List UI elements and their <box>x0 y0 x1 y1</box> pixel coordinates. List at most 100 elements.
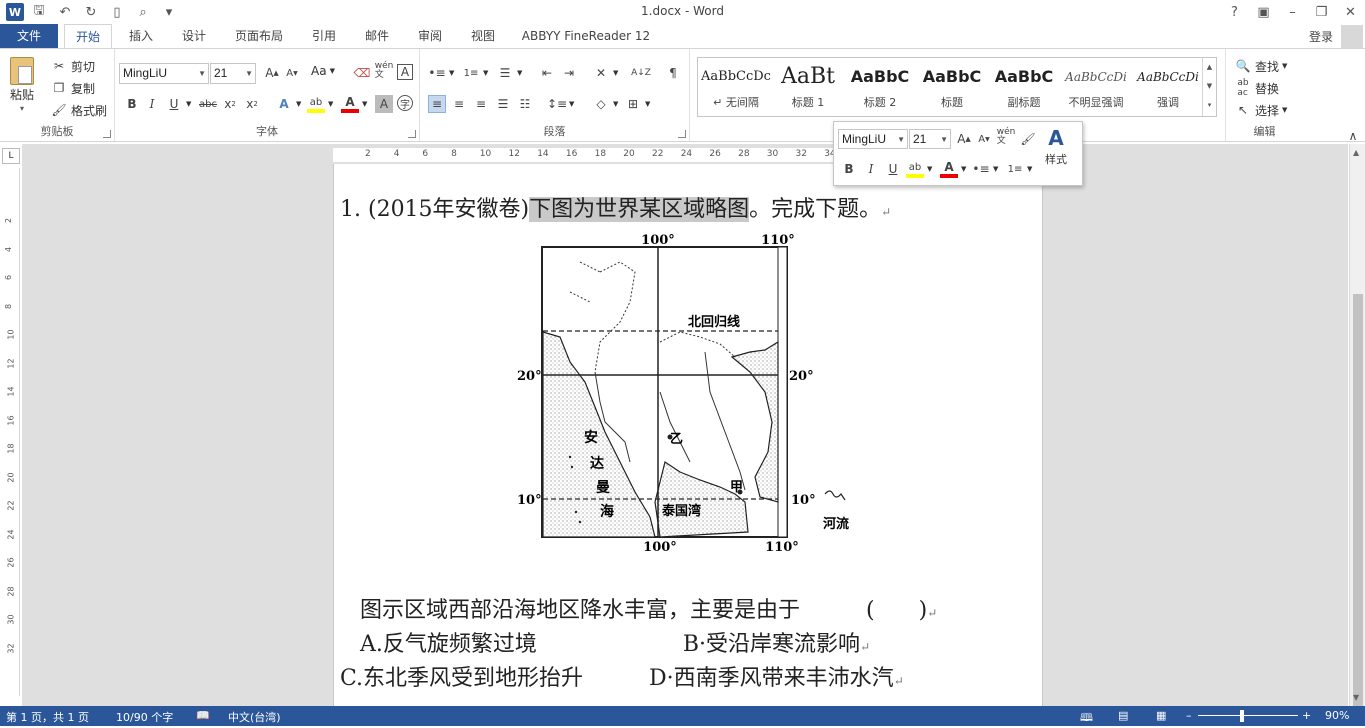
login-link[interactable]: 登录 <box>1309 28 1333 45</box>
scroll-down-icon[interactable]: ▼ <box>1353 693 1359 702</box>
mini-shrink-font[interactable]: A ▼ <box>975 130 993 148</box>
account-avatar[interactable] <box>1341 25 1363 49</box>
highlight-button[interactable]: ab ▼ <box>307 95 333 113</box>
mini-underline[interactable]: U <box>884 160 902 178</box>
char-shading-button[interactable]: A <box>375 95 393 113</box>
superscript-button[interactable]: x2 <box>243 95 261 113</box>
shrink-font-button[interactable]: A ▼ <box>283 64 301 82</box>
page-count[interactable]: 第 1 页，共 1 页 <box>6 709 89 725</box>
tab-layout[interactable]: 页面布局 <box>226 24 292 48</box>
clipboard-launcher[interactable] <box>103 130 111 138</box>
mini-italic[interactable]: I <box>862 160 880 178</box>
print-layout-icon[interactable]: ▤ <box>1118 709 1128 722</box>
asian-layout-button[interactable]: ✕ ▼ <box>592 64 618 82</box>
multilevel-list-button[interactable]: ☰ ▼ <box>496 64 523 82</box>
mini-font-combo[interactable]: MingLiU ▼ <box>838 129 908 149</box>
redo-icon[interactable]: ↻ <box>80 2 102 22</box>
print-preview-icon[interactable]: ⌕ <box>132 2 154 22</box>
style-subtitle[interactable]: AaBbC 副标题 <box>988 58 1060 116</box>
find-button[interactable]: 🔍 查找 ▼ <box>1234 57 1288 75</box>
font-name-combo[interactable]: MingLiU ▼ <box>119 63 209 84</box>
tab-home[interactable]: 开始 <box>64 24 112 49</box>
paste-button[interactable]: 粘贴 ▾ <box>10 57 34 113</box>
cut-button[interactable]: ✂ 剪切 <box>50 57 95 75</box>
numbering-button[interactable]: 1≡ ▼ <box>462 64 489 82</box>
font-launcher[interactable] <box>408 130 416 138</box>
styles-scroll[interactable]: ▲ ▼ ▾ <box>1202 58 1216 116</box>
increase-indent-button[interactable]: ⇥ <box>560 64 578 82</box>
bold-button[interactable]: B <box>123 95 141 113</box>
zoom-in-icon[interactable]: + <box>1302 709 1311 722</box>
more-styles-icon[interactable]: ▾ <box>1203 96 1216 115</box>
underline-button[interactable]: U ▼ <box>165 95 192 113</box>
word-app-icon[interactable]: W <box>6 3 24 21</box>
tab-view[interactable]: 视图 <box>461 24 505 48</box>
justify-button[interactable]: ☰ <box>494 95 512 113</box>
tab-mailings[interactable]: 邮件 <box>355 24 399 48</box>
replace-button[interactable]: ab ac 替换 <box>1234 78 1279 98</box>
decrease-indent-button[interactable]: ⇤ <box>538 64 556 82</box>
vertical-ruler[interactable]: 2 4 6 8 10 12 14 16 18 20 22 24 26 28 30 32 <box>2 168 20 696</box>
style-no-spacing[interactable]: AaBbCcDc ↵ 无间隔 <box>700 58 772 116</box>
strikethrough-button[interactable]: abc <box>199 95 217 113</box>
language[interactable]: 中文(台湾) <box>228 709 281 725</box>
restore-icon[interactable]: ❐ <box>1307 0 1336 24</box>
undo-icon[interactable]: ↶ <box>54 2 76 22</box>
word-count[interactable]: 10/90 个字 <box>116 709 173 725</box>
shading-button[interactable]: ◇ ▼ <box>592 95 618 113</box>
tab-abbyy[interactable]: ABBYY FineReader 12 <box>516 24 656 48</box>
zoom-out-icon[interactable]: – <box>1186 709 1192 722</box>
align-left-button[interactable]: ≡ <box>428 95 446 113</box>
style-title[interactable]: AaBbC 标题 <box>916 58 988 116</box>
option-line-cd[interactable]: C.东北季风受到地形抬升 D·西南季风带来丰沛水汽↵ <box>340 660 904 692</box>
phonetic-guide-button[interactable]: wén 文 <box>375 62 394 80</box>
mini-bullets[interactable]: •≡ ▼ <box>972 160 998 178</box>
align-right-button[interactable]: ≡ <box>472 95 490 113</box>
save-icon[interactable]: 🖫 <box>28 2 50 22</box>
sort-button[interactable]: A↓Z <box>631 64 651 82</box>
chevron-down-icon[interactable]: ▼ <box>1203 77 1216 96</box>
ribbon-display-icon[interactable]: ▣ <box>1249 0 1278 24</box>
borders-button[interactable]: ⊞ ▼ <box>624 95 650 113</box>
mini-font-color[interactable]: A ▼ <box>940 160 966 178</box>
enclose-char-button[interactable]: 字 <box>397 95 413 111</box>
subscript-button[interactable]: x2 <box>221 95 239 113</box>
align-center-button[interactable]: ≡ <box>450 95 468 113</box>
collapse-ribbon-icon[interactable]: ∧ <box>1344 127 1362 145</box>
tab-insert[interactable]: 插入 <box>118 24 164 48</box>
mini-format-painter[interactable]: 🖌 <box>1019 130 1037 148</box>
style-subtle-emphasis[interactable]: AaBbCcDi 不明显强调 <box>1060 58 1132 116</box>
minimize-icon[interactable]: – <box>1278 0 1307 24</box>
text-effects-button[interactable]: A ▼ <box>275 95 301 113</box>
scroll-up-icon[interactable]: ▲ <box>1353 148 1359 157</box>
style-heading-1[interactable]: AaBt 标题 1 <box>772 58 844 116</box>
show-marks-button[interactable]: ¶ <box>664 64 682 82</box>
change-case-button[interactable]: Aa ▼ <box>311 64 335 78</box>
zoom-level[interactable]: 90% <box>1325 709 1349 722</box>
mini-grow-font[interactable]: A ▲ <box>955 130 973 148</box>
zoom-slider[interactable] <box>1198 715 1298 716</box>
customize-qat-icon[interactable]: ▾ <box>158 2 180 22</box>
line-spacing-button[interactable]: ↕≡ ▼ <box>547 95 574 113</box>
italic-button[interactable]: I <box>143 95 161 113</box>
paragraph-launcher[interactable] <box>678 130 686 138</box>
font-color-button[interactable]: A ▼ <box>341 95 367 113</box>
copy-button[interactable]: ❐ 复制 <box>50 79 95 97</box>
distributed-button[interactable]: ☷ <box>516 95 534 113</box>
tab-selector[interactable]: L <box>2 148 20 164</box>
tab-review[interactable]: 审阅 <box>408 24 452 48</box>
help-button[interactable]: ? <box>1220 0 1249 24</box>
read-mode-icon[interactable]: 🕮 <box>1080 709 1093 728</box>
style-emphasis[interactable]: AaBbCcDi 强调 <box>1132 58 1204 116</box>
select-button[interactable]: ↖ 选择 ▼ <box>1234 101 1287 119</box>
new-document-icon[interactable]: ▯ <box>106 2 128 22</box>
vertical-scrollbar[interactable]: ▲ ▼ <box>1349 144 1365 706</box>
clear-format-button[interactable]: ⌫ <box>353 64 371 82</box>
question-line[interactable]: 1. (2015年安徽卷)下图为世界某区域略图。完成下题。↵ <box>340 191 891 223</box>
char-border-button[interactable]: A <box>397 64 413 80</box>
font-size-combo[interactable]: 21 ▼ <box>210 63 256 84</box>
proofing-icon[interactable]: 📖 <box>196 709 210 722</box>
tab-references[interactable]: 引用 <box>302 24 346 48</box>
web-layout-icon[interactable]: ▦ <box>1156 709 1166 722</box>
question-stem[interactable]: 图示区域西部沿海地区降水丰富，主要是由于 ( )↵ <box>360 592 937 624</box>
